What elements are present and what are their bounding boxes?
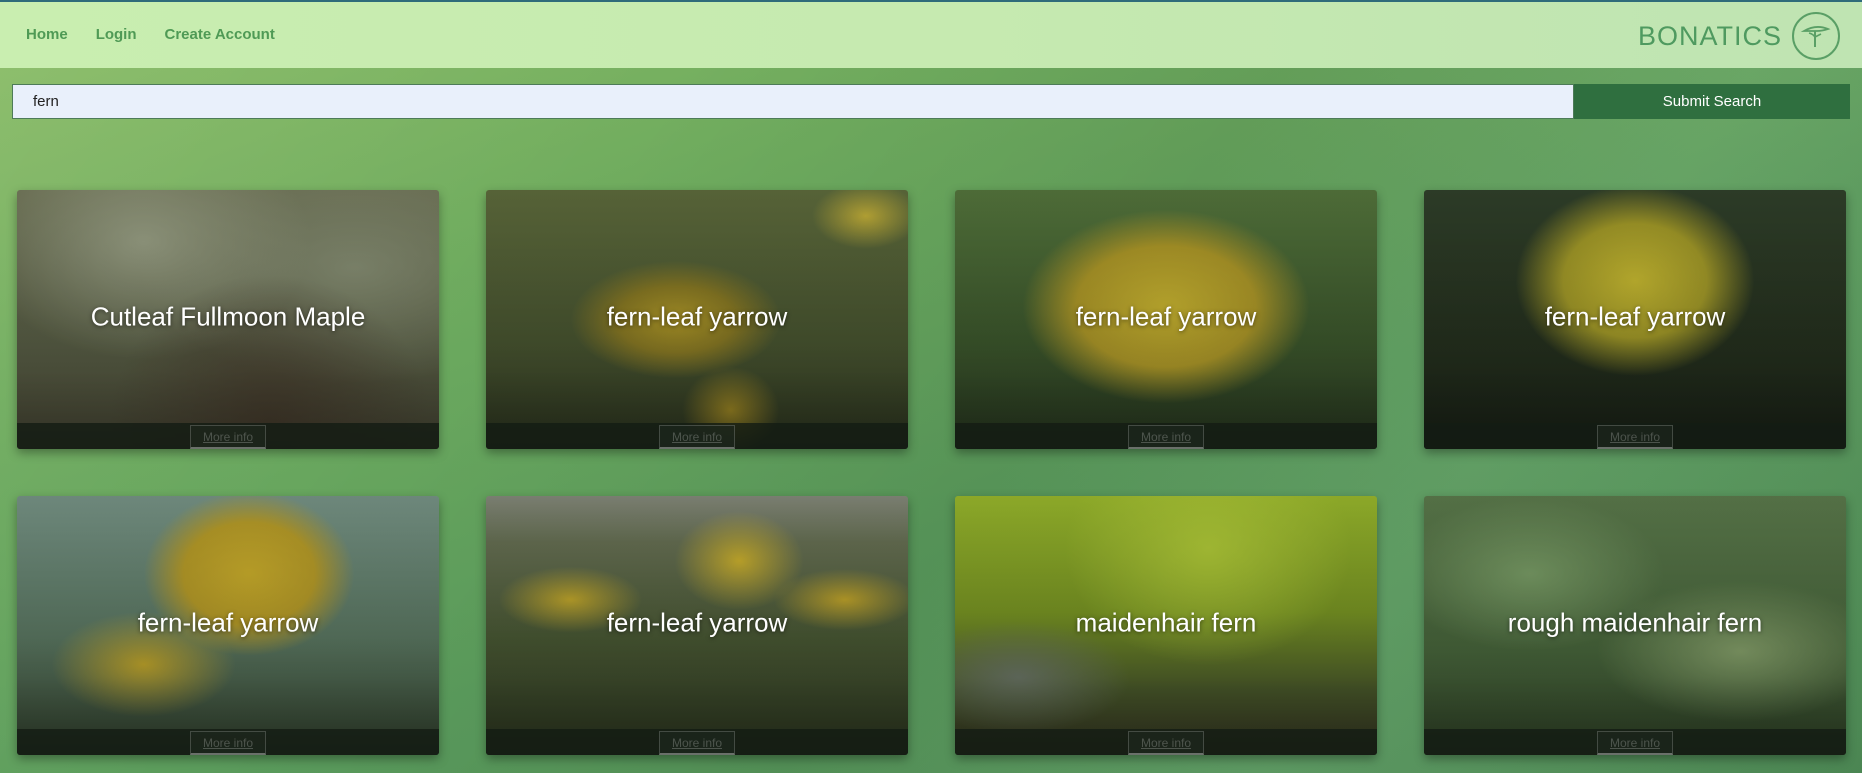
more-info-button[interactable]: More info (1597, 425, 1673, 449)
plant-card[interactable]: Cutleaf Fullmoon Maple More info (17, 190, 439, 449)
tree-icon (1792, 12, 1840, 60)
more-info-button[interactable]: More info (190, 425, 266, 449)
more-info-button[interactable]: More info (1128, 731, 1204, 755)
more-info-button[interactable]: More info (1597, 731, 1673, 755)
plant-title: fern-leaf yarrow (1544, 301, 1726, 332)
brand[interactable]: BONATICS (1638, 12, 1840, 60)
plant-card[interactable]: fern-leaf yarrow More info (955, 190, 1377, 449)
plant-card[interactable]: rough maidenhair fern More info (1424, 496, 1846, 755)
submit-search-button[interactable]: Submit Search (1574, 84, 1850, 119)
plant-card[interactable]: fern-leaf yarrow More info (17, 496, 439, 755)
plant-title: rough maidenhair fern (1507, 607, 1763, 638)
more-info-button[interactable]: More info (1128, 425, 1204, 449)
more-info-button[interactable]: More info (190, 731, 266, 755)
plant-title: fern-leaf yarrow (137, 607, 319, 638)
nav-links: Home Login Create Account (26, 26, 303, 43)
more-info-button[interactable]: More info (659, 425, 735, 449)
more-info-button[interactable]: More info (659, 731, 735, 755)
plant-card[interactable]: fern-leaf yarrow More info (486, 496, 908, 755)
navbar: Home Login Create Account BONATICS (0, 2, 1862, 68)
nav-create-account-link[interactable]: Create Account (165, 26, 275, 43)
plant-title: fern-leaf yarrow (606, 301, 788, 332)
nav-login-link[interactable]: Login (96, 26, 137, 43)
search-input[interactable] (12, 84, 1574, 119)
search-bar: Submit Search (12, 84, 1850, 119)
plant-title: fern-leaf yarrow (1075, 301, 1257, 332)
plant-card[interactable]: fern-leaf yarrow More info (1424, 190, 1846, 449)
plant-card[interactable]: maidenhair fern More info (955, 496, 1377, 755)
plant-title: fern-leaf yarrow (606, 607, 788, 638)
plant-title: maidenhair fern (1075, 607, 1257, 638)
plant-title: Cutleaf Fullmoon Maple (90, 301, 366, 332)
plant-card[interactable]: fern-leaf yarrow More info (486, 190, 908, 449)
nav-home-link[interactable]: Home (26, 26, 68, 43)
brand-name: BONATICS (1637, 20, 1782, 51)
